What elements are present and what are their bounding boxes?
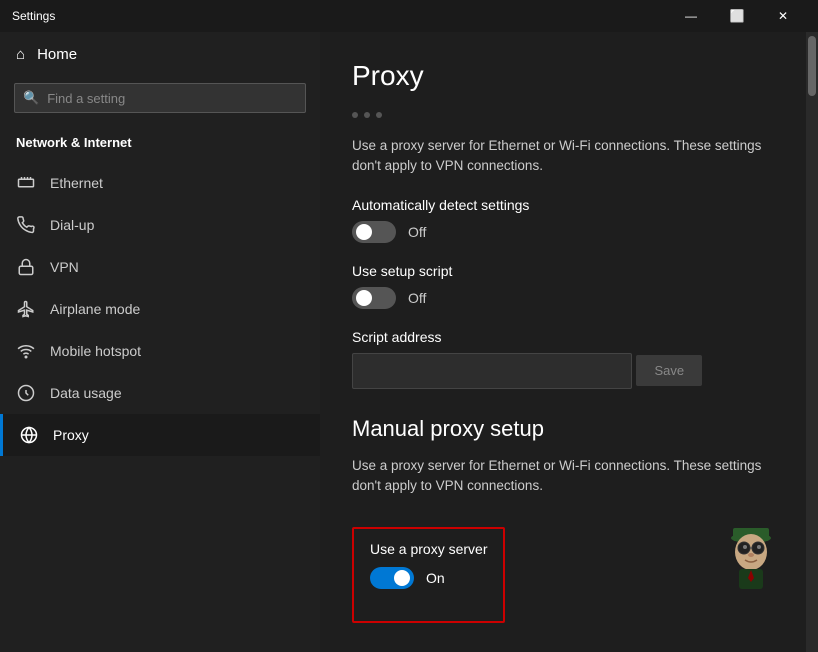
content-area: Proxy Use a proxy server for Ethernet or… (320, 32, 806, 652)
airplane-label: Airplane mode (50, 301, 140, 317)
script-address-input[interactable] (352, 353, 632, 389)
setup-script-status: Off (408, 290, 426, 306)
sidebar-item-datausage[interactable]: Data usage (0, 372, 320, 414)
scrollbar-track[interactable] (806, 32, 818, 652)
use-proxy-status: On (426, 570, 445, 586)
sidebar-search-box[interactable]: 🔍 (14, 83, 306, 113)
close-button[interactable]: ✕ (760, 0, 806, 32)
datausage-label: Data usage (50, 385, 122, 401)
window-controls: — ⬜ ✕ (668, 0, 806, 32)
sidebar-item-airplane[interactable]: Airplane mode (0, 288, 320, 330)
sidebar-item-dialup[interactable]: Dial-up (0, 204, 320, 246)
content-wrapper: Proxy Use a proxy server for Ethernet or… (320, 32, 818, 652)
setup-script-label: Use setup script (352, 263, 774, 279)
auto-detect-knob (356, 224, 372, 240)
sidebar-item-ethernet[interactable]: Ethernet (0, 162, 320, 204)
sidebar-item-home[interactable]: ⌂ Home (0, 32, 320, 77)
proxy-icon (19, 425, 39, 445)
datausage-icon (16, 383, 36, 403)
auto-detect-toggle[interactable] (352, 221, 396, 243)
vpn-icon (16, 257, 36, 277)
use-proxy-toggle-row: On (370, 567, 487, 589)
dot1 (352, 112, 358, 118)
use-proxy-highlight-box: Use a proxy server On (352, 527, 505, 623)
ethernet-icon (16, 173, 36, 193)
sidebar-item-vpn[interactable]: VPN (0, 246, 320, 288)
ethernet-label: Ethernet (50, 175, 103, 191)
app-title: Settings (12, 9, 668, 23)
dot3 (376, 112, 382, 118)
setup-script-knob (356, 290, 372, 306)
vpn-label: VPN (50, 259, 79, 275)
minimize-button[interactable]: — (668, 0, 714, 32)
maximize-button[interactable]: ⬜ (714, 0, 760, 32)
search-icon: 🔍 (23, 90, 39, 106)
home-icon: ⌂ (16, 46, 25, 63)
script-address-label: Script address (352, 329, 774, 345)
sidebar-section-title: Network & Internet (0, 127, 320, 162)
setup-script-toggle[interactable] (352, 287, 396, 309)
watermark-character (716, 522, 786, 592)
airplane-icon (16, 299, 36, 319)
hotspot-icon (16, 341, 36, 361)
use-proxy-label: Use a proxy server (370, 541, 487, 557)
auto-detect-label: Automatically detect settings (352, 197, 774, 213)
titlebar: Settings — ⬜ ✕ (0, 0, 818, 32)
auto-detect-status: Off (408, 224, 426, 240)
auto-proxy-desc: Use a proxy server for Ethernet or Wi-Fi… (352, 136, 774, 177)
use-proxy-knob (394, 570, 410, 586)
scrollbar-thumb[interactable] (808, 36, 816, 96)
dialup-label: Dial-up (50, 217, 94, 233)
manual-proxy-desc: Use a proxy server for Ethernet or Wi-Fi… (352, 456, 774, 497)
scroll-dots (352, 112, 774, 118)
content-inner: Proxy Use a proxy server for Ethernet or… (320, 32, 806, 651)
sidebar-item-hotspot[interactable]: Mobile hotspot (0, 330, 320, 372)
setup-script-toggle-row: Off (352, 287, 774, 309)
auto-detect-toggle-row: Off (352, 221, 774, 243)
sidebar-home-label: Home (37, 46, 77, 63)
dialup-icon (16, 215, 36, 235)
sidebar: ⌂ Home 🔍 Network & Internet Ethernet Dia… (0, 32, 320, 652)
manual-proxy-title: Manual proxy setup (352, 416, 774, 442)
save-button[interactable]: Save (636, 355, 702, 386)
sidebar-item-proxy[interactable]: Proxy (0, 414, 320, 456)
page-title: Proxy (352, 60, 774, 92)
proxy-label: Proxy (53, 427, 89, 443)
spy-svg (719, 520, 784, 595)
hotspot-label: Mobile hotspot (50, 343, 141, 359)
use-proxy-toggle[interactable] (370, 567, 414, 589)
dot2 (364, 112, 370, 118)
app-body: ⌂ Home 🔍 Network & Internet Ethernet Dia… (0, 32, 818, 652)
search-input[interactable] (47, 91, 297, 106)
